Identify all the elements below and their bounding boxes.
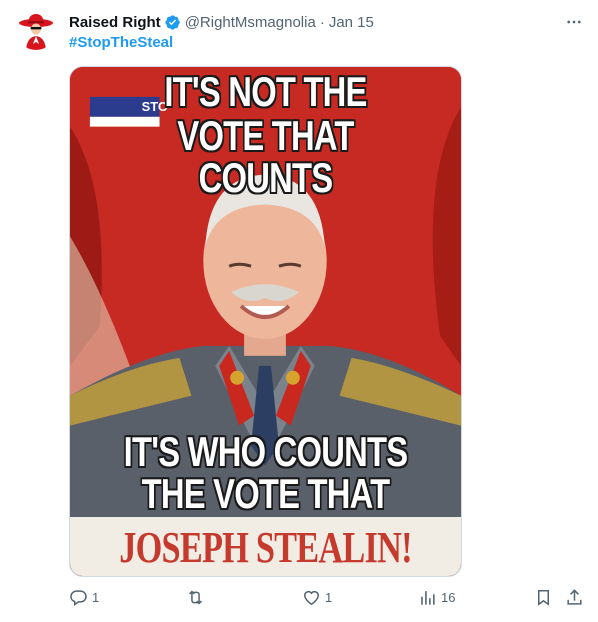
action-bar: 1 1 16	[0, 588, 598, 612]
meme-top-line-1: IT'S NOT THE	[164, 68, 367, 115]
handle[interactable]: @RightMsmagnolia	[185, 14, 316, 31]
repost-icon	[189, 590, 202, 605]
tweet-header: Raised Right @RightMsmagnolia · Jan 15	[69, 12, 374, 32]
like-count: 1	[325, 590, 333, 605]
tweet-image[interactable]: STO IT'S NOT THE VOTE THAT COUNTS IT'S W…	[69, 66, 462, 577]
views-button[interactable]: 16	[418, 588, 455, 607]
avatar[interactable]	[16, 10, 56, 50]
views-icon	[421, 591, 435, 605]
share-icon	[567, 589, 582, 605]
meme-top-line-2: VOTE THAT COUNTS	[177, 112, 354, 201]
tweet[interactable]: Raised Right @RightMsmagnolia · Jan 15 #…	[0, 0, 598, 622]
poster-caption: JOSEPH STEALIN!	[119, 523, 412, 572]
meme-bottom-line-1: IT'S WHO COUNTS	[123, 428, 408, 475]
separator-dot: ·	[319, 13, 325, 31]
like-icon	[304, 590, 319, 606]
display-name[interactable]: Raised Right	[69, 14, 161, 31]
reply-button[interactable]: 1	[69, 588, 99, 607]
bookmark-button[interactable]	[534, 588, 553, 607]
poster-caption-band: JOSEPH STEALIN!	[70, 517, 461, 576]
view-count: 16	[441, 590, 456, 605]
reply-icon	[70, 590, 87, 607]
more-button[interactable]	[560, 8, 588, 36]
share-button[interactable]	[565, 588, 584, 607]
reply-count: 1	[92, 590, 100, 605]
bookmark-icon	[537, 590, 550, 606]
verified-badge-icon	[165, 14, 180, 30]
timestamp[interactable]: Jan 15	[329, 14, 374, 31]
avatar-hat-icon	[16, 10, 56, 50]
hashtag-link[interactable]: #StopTheSteal	[69, 34, 173, 51]
more-icon	[567, 20, 581, 24]
like-button[interactable]: 1	[302, 588, 332, 607]
repost-button[interactable]	[186, 588, 209, 607]
